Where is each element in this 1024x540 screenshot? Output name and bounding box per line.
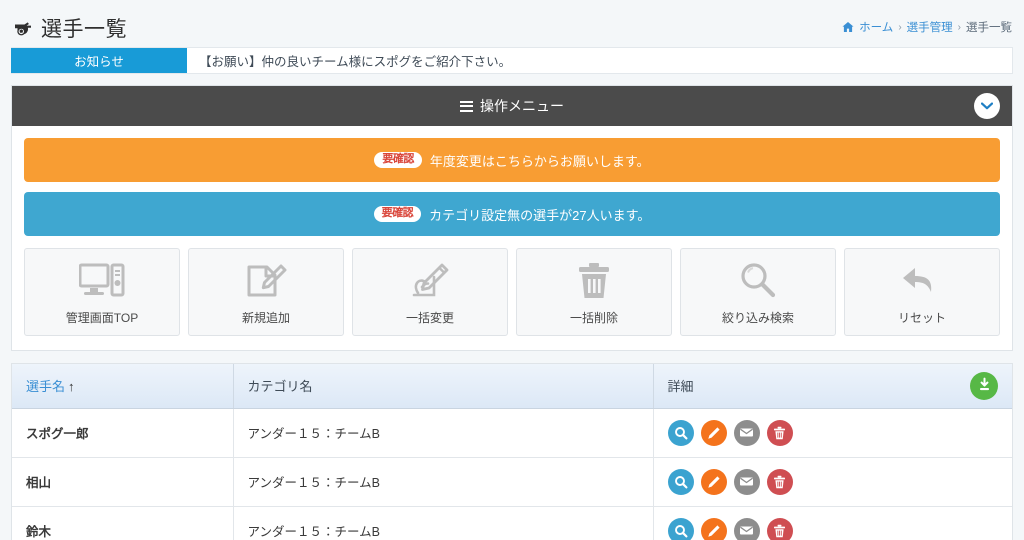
- pencil-icon: [707, 426, 721, 440]
- bulk-delete-button[interactable]: 一括削除: [516, 248, 672, 336]
- cell-player-name: スポグ一郎: [12, 408, 234, 458]
- player-list-table: 選手名 ↑ カテゴリ名 詳細 スポグ一郎 アンダー１５：チームB 相山 アンダー…: [11, 363, 1013, 540]
- page-header: 選手一覧 ホーム › 選手管理 › 選手一覧: [0, 0, 1024, 44]
- row-view-button[interactable]: [667, 517, 694, 540]
- magnifier-icon: [674, 475, 688, 489]
- cell-category-name: アンダー１５：チームB: [233, 506, 654, 540]
- row-action-group: [667, 419, 999, 446]
- row-action-group: [667, 468, 999, 495]
- table-header-row: 選手名 ↑ カテゴリ名 詳細: [12, 364, 1012, 409]
- alert-year-change[interactable]: 要確認 年度変更はこちらからお願いします。: [24, 138, 1000, 182]
- breadcrumb-item-home[interactable]: ホーム: [859, 19, 893, 35]
- breadcrumb: ホーム › 選手管理 › 選手一覧: [842, 19, 1012, 44]
- alert-badge: 要確認: [374, 152, 422, 168]
- pencil-icon: [707, 524, 721, 538]
- cell-actions: [653, 506, 1012, 540]
- add-new-button[interactable]: 新規追加: [188, 248, 344, 336]
- row-view-button[interactable]: [667, 468, 694, 495]
- trash-icon: [773, 524, 786, 538]
- envelope-icon: [739, 425, 754, 440]
- cell-category-name: アンダー１５：チームB: [233, 457, 654, 507]
- filter-search-button[interactable]: 絞り込み検索: [680, 248, 836, 336]
- table-body: スポグ一郎 アンダー１５：チームB 相山 アンダー１５：チームB 鈴木 アンダー…: [12, 408, 1012, 540]
- trash-icon: [773, 426, 786, 440]
- cell-player-name: 鈴木: [12, 506, 234, 540]
- document-pencil-icon: [245, 259, 287, 303]
- hamburger-icon: [460, 98, 473, 114]
- operation-menu-header: 操作メニュー: [12, 86, 1012, 126]
- action-button-label: 一括削除: [569, 310, 618, 325]
- operation-menu-title: 操作メニュー: [480, 98, 564, 114]
- operation-menu-body: 要確認 年度変更はこちらからお願いします。 要確認 カテゴリ設定無の選手が27人…: [12, 126, 1012, 350]
- row-mail-button[interactable]: [733, 419, 760, 446]
- operation-menu-title-block: 操作メニュー: [460, 96, 564, 116]
- cell-category-name: アンダー１５：チームB: [233, 408, 654, 458]
- notice-label: お知らせ: [11, 48, 187, 73]
- magnifier-icon: [674, 426, 688, 440]
- action-button-row: 管理画面TOP 新規追加 一括変更 一括削除 絞り込み検索 リセット: [24, 248, 1000, 336]
- action-button-label: 新規追加: [241, 310, 290, 325]
- action-button-label: 一括変更: [405, 310, 454, 325]
- row-mail-button[interactable]: [733, 517, 760, 540]
- panel-collapse-toggle[interactable]: [974, 93, 1000, 119]
- cell-actions: [653, 457, 1012, 507]
- breadcrumb-separator: ›: [898, 21, 902, 33]
- page-title-block: 選手一覧: [12, 18, 127, 44]
- column-header-player-name: 選手名 ↑: [12, 364, 234, 409]
- undo-arrow-icon: [899, 259, 945, 303]
- envelope-icon: [739, 523, 754, 538]
- hand-writing-icon: [408, 259, 452, 303]
- cell-player-name: 相山: [12, 457, 234, 507]
- alert-uncategorized-players[interactable]: 要確認 カテゴリ設定無の選手が27人います。: [24, 192, 1000, 236]
- desktop-computer-icon: [79, 259, 125, 303]
- column-header-detail-label: 詳細: [667, 379, 694, 395]
- notice-bar: お知らせ 【お願い】仲の良いチーム様にスポグをご紹介下さい。: [11, 47, 1013, 74]
- column-header-category-name: カテゴリ名: [233, 364, 654, 409]
- row-delete-button[interactable]: [766, 517, 793, 540]
- reset-button[interactable]: リセット: [844, 248, 1000, 336]
- alert-text: 年度変更はこちらからお願いします。: [429, 153, 650, 169]
- row-edit-button[interactable]: [700, 468, 727, 495]
- row-edit-button[interactable]: [700, 419, 727, 446]
- table-row: スポグ一郎 アンダー１５：チームB: [12, 408, 1012, 458]
- column-header-detail: 詳細: [653, 364, 1012, 409]
- page-title: 選手一覧: [41, 17, 127, 41]
- chevron-down-icon: [981, 102, 993, 110]
- row-view-button[interactable]: [667, 419, 694, 446]
- action-button-label: 絞り込み検索: [721, 310, 794, 325]
- pencil-icon: [707, 475, 721, 489]
- row-delete-button[interactable]: [766, 419, 793, 446]
- magnifier-icon: [674, 524, 688, 538]
- table-row: 鈴木 アンダー１５：チームB: [12, 506, 1012, 540]
- admin-top-button[interactable]: 管理画面TOP: [24, 248, 180, 336]
- breadcrumb-item-current: 選手一覧: [966, 22, 1012, 34]
- sort-link-player-name[interactable]: 選手名: [26, 379, 65, 394]
- action-button-label: リセット: [897, 310, 946, 325]
- row-edit-button[interactable]: [700, 517, 727, 540]
- cell-actions: [653, 408, 1012, 458]
- table-row: 相山 アンダー１５：チームB: [12, 457, 1012, 507]
- bulk-edit-button[interactable]: 一括変更: [352, 248, 508, 336]
- trash-can-icon: [576, 259, 612, 303]
- breadcrumb-item-player-management[interactable]: 選手管理: [907, 19, 953, 35]
- row-mail-button[interactable]: [733, 468, 760, 495]
- breadcrumb-separator: ›: [957, 21, 961, 33]
- alert-text: カテゴリ設定無の選手が27人います。: [429, 207, 651, 223]
- magnifier-icon: [738, 259, 778, 303]
- row-action-group: [667, 517, 999, 540]
- trash-icon: [773, 475, 786, 489]
- home-icon: [842, 21, 854, 33]
- operation-menu-panel: 操作メニュー 要確認 年度変更はこちらからお願いします。 要確認 カテゴリ設定無…: [11, 85, 1013, 351]
- action-button-label: 管理画面TOP: [65, 310, 139, 325]
- whistle-icon: [12, 18, 34, 40]
- row-delete-button[interactable]: [766, 468, 793, 495]
- sort-ascending-icon[interactable]: ↑: [68, 379, 75, 394]
- alert-badge: 要確認: [373, 206, 422, 222]
- envelope-icon: [739, 474, 754, 489]
- download-csv-button[interactable]: [970, 371, 998, 400]
- notice-text: 【お願い】仲の良いチーム様にスポグをご紹介下さい。: [199, 55, 512, 69]
- download-icon: [977, 377, 992, 395]
